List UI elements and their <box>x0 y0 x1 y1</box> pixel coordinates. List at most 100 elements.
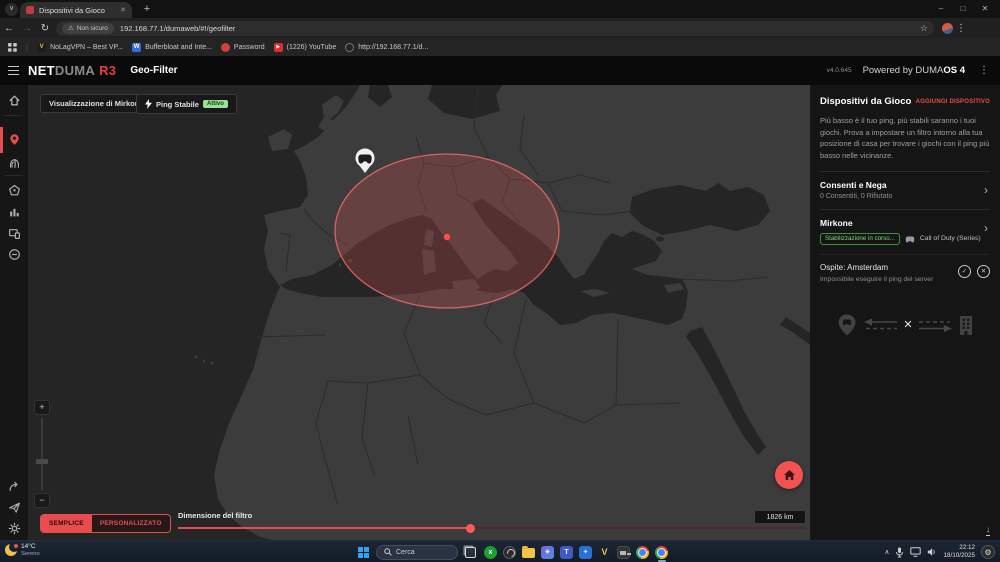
task-view-icon[interactable] <box>465 547 476 558</box>
sidebar-item-feedback[interactable] <box>0 498 28 516</box>
hidden-icons-chevron[interactable]: ∧ <box>884 548 889 556</box>
ping-stable-button[interactable]: Ping Stabile Attivo <box>136 94 237 114</box>
sidebar-item-qos[interactable] <box>0 181 28 199</box>
url-text: 192.168.77.1/dumaweb/#!/geofilter <box>120 24 914 33</box>
mode-custom-button[interactable]: PERSONALIZZATO <box>92 515 170 532</box>
waveform-icon: W <box>132 43 141 52</box>
pentagon-icon <box>8 184 21 197</box>
app-emblem-icon[interactable]: ✦ <box>579 546 592 559</box>
allow-server-icon[interactable]: ✓ <box>958 265 971 278</box>
server-name: Ospite: Amsterdam <box>820 263 933 272</box>
zoom-slider[interactable] <box>34 415 50 493</box>
devices-panel: Dispositivi da Gioco AGGIUNGI DISPOSITIV… <box>810 85 1000 540</box>
teams-icon[interactable]: T <box>560 546 573 559</box>
add-device-button[interactable]: AGGIUNGI DISPOSITIVO <box>916 99 990 105</box>
globe-icon <box>345 43 354 52</box>
weather-condition: Sereno <box>21 551 40 558</box>
sidebar-item-settings[interactable] <box>0 519 28 537</box>
share-arrow-icon <box>8 480 21 493</box>
maximize-icon[interactable]: □ <box>952 0 974 18</box>
powered-by-label: Powered by DUMAOS 4 <box>863 65 965 76</box>
address-bar[interactable]: ⚠ Non sicuro 192.168.77.1/dumaweb/#!/geo… <box>56 21 934 36</box>
app-menu-icon[interactable]: ⋮ <box>976 65 992 76</box>
bookmark-router[interactable]: http://192.168.77.1/d... <box>345 43 428 52</box>
bookmark-bufferbloat[interactable]: W Bufferbloat and Inte... <box>132 43 212 52</box>
deny-server-icon[interactable]: ✕ <box>977 265 990 278</box>
tab-close-icon[interactable]: ✕ <box>120 6 126 14</box>
browser-tab-bar: ∨ Dispositivi da Gioco ✕ + – □ ✕ <box>0 0 1000 18</box>
tab-search-icon[interactable]: ∨ <box>5 3 18 16</box>
recenter-home-button[interactable] <box>775 461 803 489</box>
zoom-slider-handle[interactable] <box>36 459 48 464</box>
sidebar-item-game-profiles[interactable] <box>0 154 28 172</box>
bookmark-nolagvpn[interactable]: V NoLagVPN – Best VP... <box>37 43 123 52</box>
taskbar-clock[interactable]: 22:12 18/10/2025 <box>943 544 975 560</box>
chrome-icon[interactable] <box>636 546 649 559</box>
filter-size-slider-handle[interactable] <box>466 524 475 533</box>
taskbar-search[interactable]: Cerca <box>376 545 458 560</box>
mode-simple-button[interactable]: SEMPLICE <box>41 515 92 532</box>
sidebar-item-statistics[interactable] <box>0 202 28 220</box>
hamburger-menu-icon[interactable] <box>8 66 19 76</box>
bookmarks-separator: | <box>26 43 28 52</box>
world-map <box>28 85 810 540</box>
photos-icon[interactable]: ◈ <box>541 546 554 559</box>
zoom-out-button[interactable]: − <box>34 493 50 508</box>
password-icon <box>221 43 230 52</box>
display-icon[interactable] <box>910 547 921 557</box>
allow-deny-row[interactable]: Consenti e Nega 0 Consentiti, 0 Rifiutat… <box>820 180 990 200</box>
utility-app-icon[interactable] <box>617 546 630 559</box>
reload-icon[interactable]: ↻ <box>36 23 54 34</box>
filter-size-slider-track[interactable] <box>474 527 806 529</box>
clear-night-icon <box>5 544 17 556</box>
warning-icon: ⚠ <box>68 24 74 32</box>
geofilter-map[interactable]: Visualizzazione di Mirkone Ping Stabile … <box>28 85 810 540</box>
v-app-icon[interactable]: V <box>598 546 611 559</box>
chevron-right-icon[interactable]: › <box>984 222 988 234</box>
sidebar-item-devices[interactable] <box>0 224 28 242</box>
file-explorer-icon[interactable] <box>522 548 535 558</box>
close-icon[interactable]: ✕ <box>974 0 996 18</box>
xbox-icon[interactable]: x <box>484 546 497 559</box>
device-name: Mirkone <box>820 218 990 228</box>
forward-icon[interactable]: → <box>18 23 36 34</box>
tab-title: Dispositivi da Gioco <box>39 6 115 15</box>
start-button[interactable] <box>358 547 369 558</box>
filter-size-value: 1826 km <box>754 510 806 524</box>
netduma-logo: NETDUMAR3 <box>28 63 116 78</box>
minus-circle-icon <box>8 248 21 261</box>
device-row[interactable]: Mirkone Stabilizzazione in corso... Call… <box>820 218 990 245</box>
minimize-icon[interactable]: – <box>930 0 952 18</box>
profile-avatar[interactable] <box>942 23 953 34</box>
download-icon[interactable]: ↓ <box>986 526 990 536</box>
paper-plane-icon <box>8 501 21 514</box>
bookmark-password[interactable]: Password <box>221 43 265 52</box>
map-zoom-control: + − <box>34 400 50 508</box>
back-icon[interactable]: ← <box>0 23 18 34</box>
sidebar-item-dashboard[interactable] <box>0 91 28 109</box>
weather-widget[interactable]: 14°C Sereno <box>5 543 40 558</box>
clock-time: 22:12 <box>943 544 975 552</box>
browser-menu-icon[interactable]: ⋮ <box>953 23 969 34</box>
tray-gear-icon[interactable]: ⚙ <box>981 545 995 559</box>
stabilizing-badge: Stabilizzazione in corso... <box>820 233 900 245</box>
chevron-right-icon[interactable]: › <box>984 184 988 196</box>
obs-icon[interactable] <box>503 546 516 559</box>
server-building-icon <box>957 315 975 335</box>
bookmark-star-icon[interactable]: ☆ <box>920 23 928 34</box>
tab-favicon <box>26 6 34 14</box>
sidebar-item-share[interactable] <box>0 477 28 495</box>
devices-icon <box>8 227 21 240</box>
chrome-active-icon[interactable] <box>655 546 668 559</box>
apps-grid-icon[interactable] <box>8 43 17 52</box>
browser-tab[interactable]: Dispositivi da Gioco ✕ <box>20 2 132 18</box>
new-tab-button[interactable]: + <box>140 2 154 16</box>
security-chip[interactable]: ⚠ Non sicuro <box>62 23 114 34</box>
speaker-icon[interactable] <box>927 547 937 557</box>
sidebar-item-blocking[interactable] <box>0 245 28 263</box>
microphone-icon[interactable] <box>895 547 904 558</box>
sidebar-item-geofilter[interactable] <box>0 130 28 148</box>
filter-radius-circle[interactable] <box>335 154 559 308</box>
bookmark-youtube[interactable]: ▶ (1226) YouTube <box>274 43 337 52</box>
zoom-in-button[interactable]: + <box>34 400 50 415</box>
